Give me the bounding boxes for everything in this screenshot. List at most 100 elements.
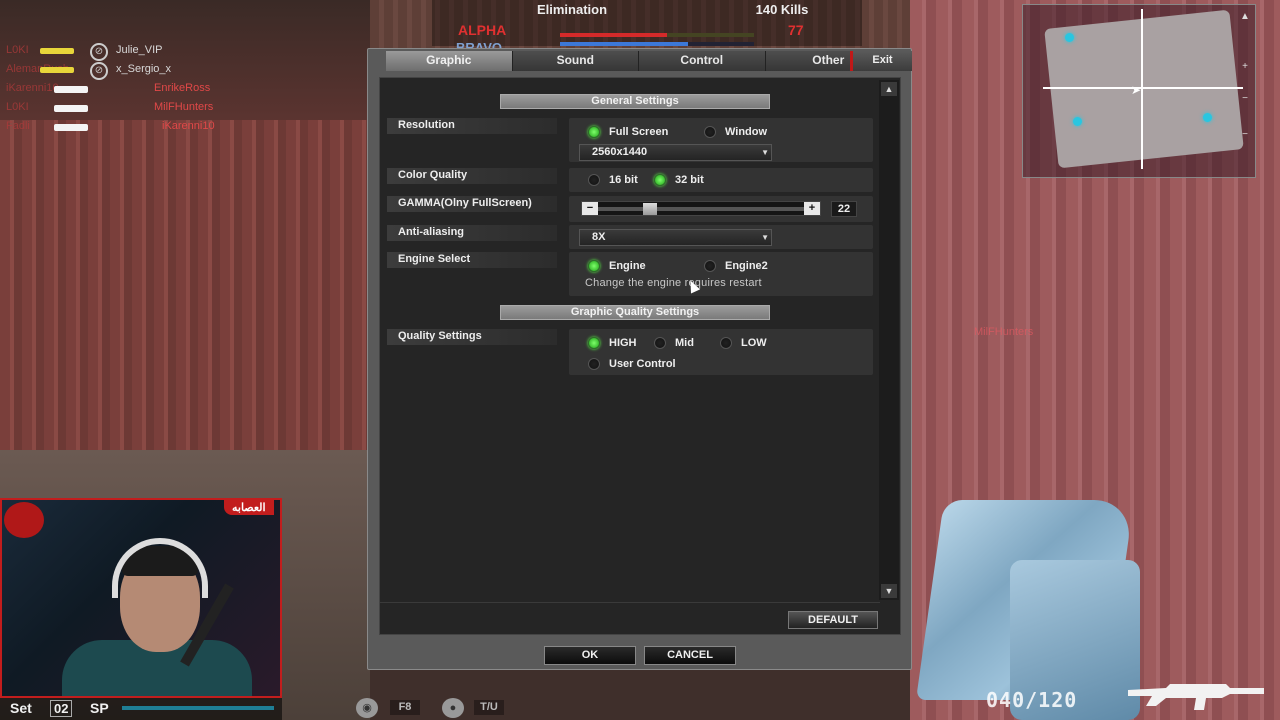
16bit-radio[interactable]	[588, 174, 600, 186]
exit-button[interactable]: Exit	[850, 51, 912, 71]
fullscreen-radio[interactable]	[588, 126, 600, 138]
engine-restart-note: Change the engine requires restart	[585, 277, 762, 289]
scroll-up-icon[interactable]: ▲	[881, 82, 897, 96]
chevron-down-icon: ▼	[761, 148, 769, 157]
engine-select-label: Engine Select	[387, 252, 557, 268]
color-quality-label: Color Quality	[387, 168, 557, 184]
kill-feed-row: AlemanRush ⊘ x_Sergio_x	[4, 61, 264, 80]
enemy-name-tag: MilFHunters	[974, 326, 1034, 338]
headshot-icon: ⊘	[90, 62, 108, 80]
quality-options: HIGH Mid LOW User Control	[569, 329, 873, 375]
window-radio[interactable]	[704, 126, 716, 138]
32bit-label: 32 bit	[675, 174, 704, 186]
mid-quality-label: Mid	[675, 337, 694, 349]
bravo-team-label: BRAVO	[456, 40, 502, 48]
quality-settings-label: Quality Settings	[387, 329, 557, 345]
chevron-down-icon: ▼	[761, 233, 769, 242]
headshot-icon: ⊘	[90, 43, 108, 61]
options-tabs: Graphic Sound Control Other	[386, 51, 892, 71]
engine2-radio[interactable]	[704, 260, 716, 272]
gamma-options: − + 22	[569, 196, 873, 222]
killer-name: L0KI	[6, 44, 29, 56]
game-mode: Elimination	[536, 2, 608, 17]
tab-sound[interactable]: Sound	[512, 51, 639, 71]
gamma-value: 22	[831, 201, 857, 217]
settings-scrollbar[interactable]: ▲ ▼	[879, 80, 899, 600]
ok-button[interactable]: OK	[544, 646, 636, 665]
alpha-progress-bar	[560, 33, 754, 37]
match-scoreboard: Elimination 140 Kills ALPHA 77 BRAVO	[432, 0, 862, 48]
set-label: Set	[10, 700, 32, 716]
alpha-progress-fill	[560, 33, 667, 37]
antialiasing-options: 8X ▼	[569, 225, 873, 249]
minimap-line	[1043, 87, 1243, 89]
victim-name: EnrikeRoss	[154, 82, 211, 94]
high-quality-label: HIGH	[609, 337, 637, 349]
mid-quality-radio[interactable]	[654, 337, 666, 349]
default-button[interactable]: DEFAULT	[788, 611, 878, 629]
kill-feed: L0KI ⊘ Julie_VIP AlemanRush ⊘ x_Sergio_x iKare…	[4, 42, 264, 137]
weapon-icon	[40, 67, 74, 73]
resolution-value: 2560x1440	[592, 146, 648, 158]
low-quality-radio[interactable]	[720, 337, 732, 349]
resolution-select[interactable]: 2560x1440 ▼	[579, 144, 772, 161]
antialiasing-select[interactable]: 8X ▼	[579, 229, 772, 246]
alpha-score: 77	[788, 22, 804, 38]
user-control-radio[interactable]	[588, 358, 600, 370]
alpha-team-label: ALPHA	[458, 22, 507, 38]
tab-control[interactable]: Control	[639, 51, 766, 71]
headset-icon	[112, 538, 208, 598]
engine-label: Engine	[609, 260, 646, 272]
gamma-decrease-button[interactable]: −	[582, 202, 598, 215]
scroll-down-icon[interactable]: ▼	[881, 584, 897, 598]
32bit-radio[interactable]	[654, 174, 666, 186]
minimap-zoom-in-icon[interactable]: ▲	[1239, 11, 1251, 23]
victim-name: Julie_VIP	[116, 44, 163, 56]
set-number: 02	[50, 700, 73, 717]
victim-name: x_Sergio_x	[116, 63, 172, 75]
teammate-marker	[1203, 113, 1212, 122]
tab-graphic[interactable]: Graphic	[386, 51, 513, 71]
bravo-progress-fill	[560, 42, 689, 46]
teammate-marker	[1065, 33, 1074, 42]
ammo-counter: 040/120	[986, 688, 1078, 712]
weapon-icon	[54, 105, 88, 112]
high-quality-radio[interactable]	[588, 337, 600, 349]
engine-radio[interactable]	[588, 260, 600, 272]
round-status: Set 02 SP	[0, 698, 282, 720]
graphic-quality-header: Graphic Quality Settings	[500, 305, 770, 320]
gamma-slider-handle[interactable]	[643, 203, 658, 215]
kill-limit: 140 Kills	[755, 2, 809, 17]
cancel-button[interactable]: CANCEL	[644, 646, 736, 665]
minimap-zoom-out-icon[interactable]: −	[1239, 93, 1251, 105]
color-quality-options: 16 bit 32 bit	[569, 168, 873, 192]
gamma-label: GAMMA(Olny FullScreen)	[387, 196, 557, 212]
kill-feed-row: L0KI ⊘ Julie_VIP	[4, 42, 264, 61]
sp-label: SP	[90, 700, 109, 716]
minimap-collapse-icon[interactable]: −	[1239, 129, 1251, 141]
f8-key-label: F8	[390, 700, 420, 715]
sp-bar	[122, 706, 274, 710]
gamma-increase-button[interactable]: +	[804, 202, 820, 215]
antialiasing-label: Anti-aliasing	[387, 225, 557, 241]
weapon-icon	[54, 86, 88, 93]
teammate-marker	[1073, 117, 1082, 126]
engine-options: Engine Engine2 Change the engine require…	[569, 252, 873, 296]
engine2-label: Engine2	[725, 260, 768, 272]
channel-logo	[4, 502, 44, 538]
kill-feed-row: Fadli iKarenni10	[4, 118, 264, 137]
microphone-icon: ●	[442, 698, 464, 718]
victim-name: iKarenni10	[162, 120, 215, 132]
minimap-controls: ▲ + − −	[1239, 11, 1251, 173]
minimap-zoom-icon[interactable]: +	[1239, 61, 1251, 73]
low-quality-label: LOW	[741, 337, 767, 349]
kill-feed-row: L0KI MilFHunters	[4, 99, 264, 118]
gamma-slider[interactable]: − +	[581, 201, 821, 216]
minimap-line	[1141, 9, 1143, 169]
minimap-area	[1044, 9, 1244, 169]
killer-name: Fadli	[6, 120, 30, 132]
victim-name: MilFHunters	[154, 101, 214, 113]
user-control-label: User Control	[609, 358, 676, 370]
general-settings-header: General Settings	[500, 94, 770, 109]
weapon-icon	[1128, 684, 1264, 710]
